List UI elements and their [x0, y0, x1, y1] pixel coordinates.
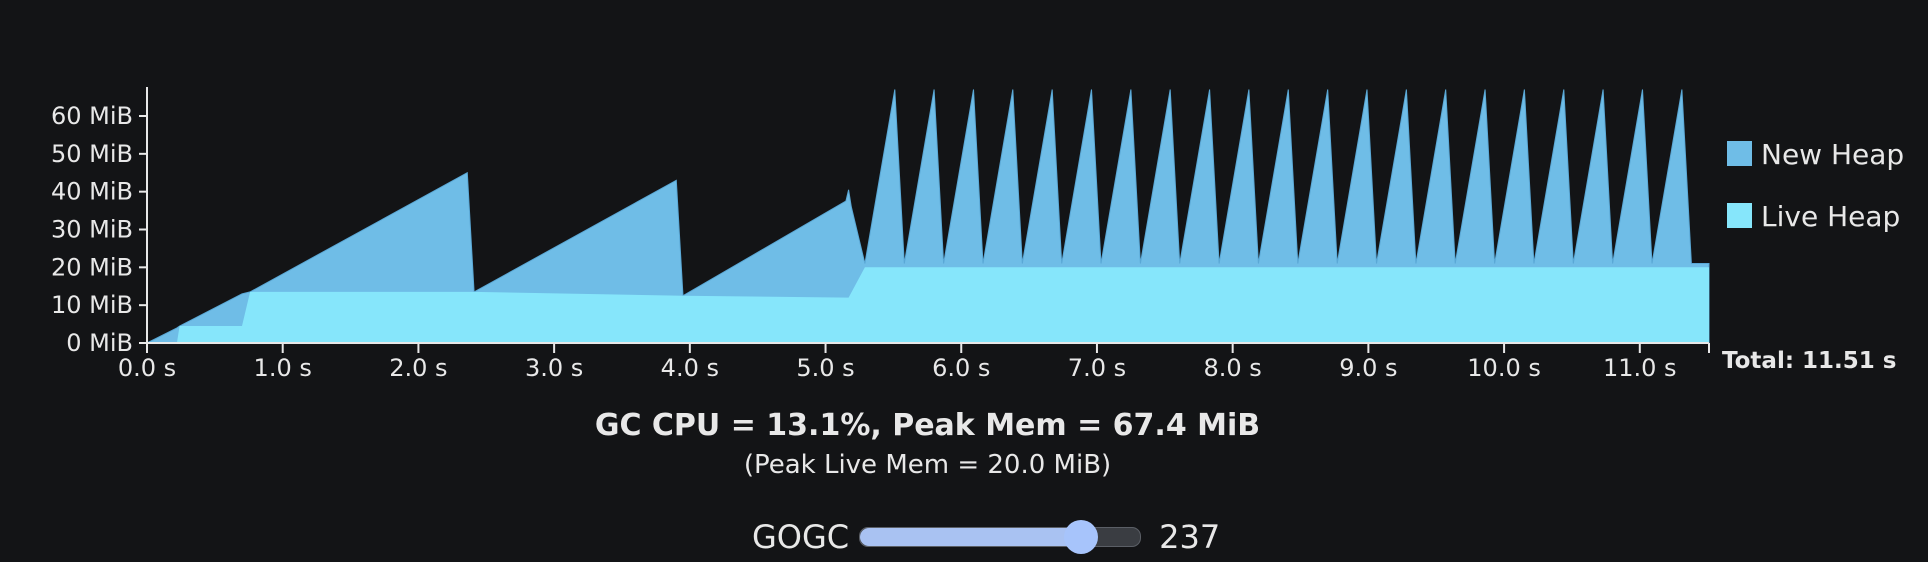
x-tick-label: 2.0 s: [389, 354, 447, 382]
x-tick-label: 3.0 s: [525, 354, 583, 382]
x-tick-label: 0.0 s: [118, 354, 176, 382]
y-tick-label: 50 MiB: [51, 140, 133, 168]
x-tick-label: 7.0 s: [1068, 354, 1126, 382]
gogc-slider-fill: [860, 528, 1082, 546]
legend-label-live-heap: Live Heap: [1761, 200, 1900, 233]
x-tick-label: 9.0 s: [1339, 354, 1397, 382]
gogc-value: 237: [1159, 518, 1221, 556]
y-tick-label: 10 MiB: [51, 291, 133, 319]
x-tick-label: 10.0 s: [1467, 354, 1541, 382]
x-tick-label: 6.0 s: [932, 354, 990, 382]
x-tick-label: 1.0 s: [254, 354, 312, 382]
y-tick-label: 20 MiB: [51, 253, 133, 281]
peak-live-summary: (Peak Live Mem = 20.0 MiB): [743, 450, 1112, 480]
y-tick-label: 60 MiB: [51, 102, 133, 130]
total-time-label: Total: 11.51 s: [1722, 348, 1897, 374]
y-tick-label: 40 MiB: [51, 178, 133, 206]
gc-summary: GC CPU = 13.1%, Peak Mem = 67.4 MiB: [594, 408, 1261, 443]
gogc-slider[interactable]: [859, 520, 1142, 554]
x-tick-label: 11.0 s: [1603, 354, 1677, 382]
chart-legend: New Heap Live Heap: [1727, 138, 1904, 233]
y-tick-label: 0 MiB: [66, 329, 133, 357]
gogc-slider-thumb[interactable]: [1064, 520, 1099, 554]
gogc-label: GOGC: [752, 518, 850, 556]
chart-areas: [146, 89, 1710, 344]
legend-label-new-heap: New Heap: [1761, 138, 1904, 171]
x-tick-label: 4.0 s: [661, 354, 719, 382]
legend-swatch-new-heap: [1727, 141, 1752, 166]
y-tick-label: 30 MiB: [51, 215, 133, 243]
x-tick-label: 8.0 s: [1204, 354, 1262, 382]
legend-swatch-live-heap: [1727, 203, 1752, 228]
gogc-control: GOGC 237: [752, 515, 1252, 559]
x-tick-label: 5.0 s: [796, 354, 854, 382]
